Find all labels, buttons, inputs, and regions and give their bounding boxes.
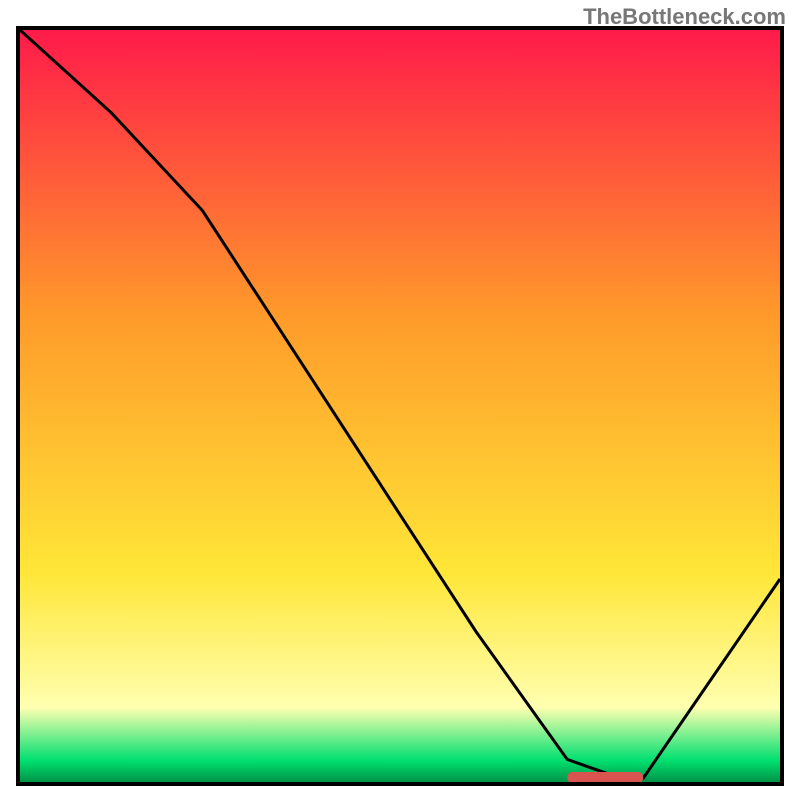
gradient-background <box>19 29 781 783</box>
chart-container <box>16 26 784 786</box>
chart-svg <box>16 26 784 786</box>
watermark-text: TheBottleneck.com <box>583 4 786 30</box>
optimal-range-marker <box>567 772 643 783</box>
